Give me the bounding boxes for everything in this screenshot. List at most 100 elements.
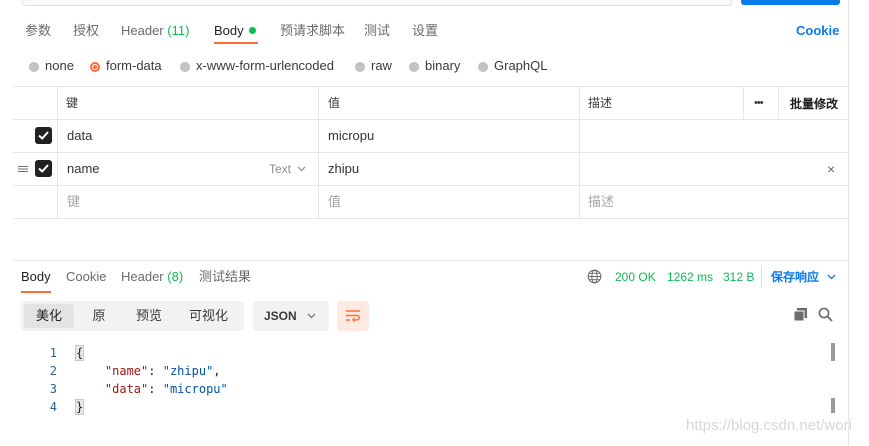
response-status-code[interactable]: 200 OK — [615, 268, 656, 286]
response-size[interactable]: 312 B — [723, 268, 754, 286]
json-value: "zhipu" — [162, 364, 214, 378]
tab-headers[interactable]: Header (11) — [121, 21, 189, 41]
json-colon: : — [148, 382, 163, 396]
save-response-button[interactable]: 保存响应 — [771, 268, 836, 286]
radio-circle — [29, 62, 39, 72]
row-key[interactable]: data — [67, 128, 92, 144]
view-mode-raw[interactable]: 原 — [76, 304, 122, 328]
row-type-label: Text — [269, 162, 292, 176]
row-checkbox[interactable] — [35, 160, 52, 177]
view-mode-pretty[interactable]: 美化 — [24, 304, 74, 328]
new-value-input[interactable]: 值 — [328, 194, 341, 210]
copy-icon[interactable] — [793, 307, 808, 325]
body-indicator-dot — [248, 27, 256, 34]
radio-circle — [90, 62, 100, 72]
radio-label: GraphQL — [494, 58, 548, 73]
tab-label: 测试 — [364, 23, 391, 38]
send-button[interactable] — [741, 0, 840, 5]
active-tab-underline — [21, 291, 51, 293]
format-label: JSON — [264, 309, 297, 323]
format-select[interactable]: JSON — [253, 301, 329, 331]
row-type-select[interactable]: Text — [269, 161, 306, 177]
line-number: 2 — [49, 364, 57, 378]
response-tab-headers[interactable]: Header (8) — [121, 268, 183, 286]
status-divider — [761, 266, 762, 288]
response-tab-test-results[interactable]: 测试结果 — [199, 268, 251, 286]
line-number: 4 — [49, 400, 57, 414]
request-url-bar[interactable] — [22, 0, 732, 6]
radio-label: x-www-form-urlencoded — [196, 58, 334, 73]
bulk-edit-button[interactable]: 批量修改 — [790, 95, 838, 112]
tab-label: 测试结果 — [199, 269, 252, 284]
table-border — [13, 185, 848, 186]
watermark-text: https://blog.csdn.net/wori — [686, 417, 852, 434]
column-header-key: 键 — [66, 96, 79, 110]
tab-label: Cookie — [66, 269, 107, 284]
radio-binary[interactable]: binary — [409, 57, 460, 75]
column-header-description: 描述 — [588, 96, 613, 110]
tab-label: Body — [21, 269, 51, 284]
check-icon — [38, 164, 49, 173]
cookies-link[interactable]: Cookie — [796, 21, 839, 41]
radio-none[interactable]: none — [29, 57, 74, 75]
more-options-button[interactable]: ••• — [754, 97, 764, 109]
json-key: "name" — [104, 364, 149, 378]
save-response-label: 保存响应 — [771, 270, 820, 284]
tab-params[interactable]: 参数 — [25, 21, 51, 41]
code-line: { — [74, 344, 85, 362]
close-icon[interactable]: × — [827, 162, 835, 176]
panel-separator — [13, 260, 848, 261]
table-border — [579, 86, 580, 219]
response-tab-body[interactable]: Body — [21, 268, 51, 286]
row-value[interactable]: zhipu — [328, 161, 359, 177]
response-time[interactable]: 1262 ms — [667, 268, 713, 286]
tab-label: 授权 — [73, 23, 100, 38]
scrollbar-marker[interactable] — [831, 343, 835, 361]
code-line: "data": "micropu" — [76, 380, 228, 398]
tab-count: (11) — [167, 23, 190, 38]
tab-tests[interactable]: 测试 — [364, 21, 390, 41]
radio-x-www-form-urlencoded[interactable]: x-www-form-urlencoded — [180, 57, 334, 75]
radio-graphql[interactable]: GraphQL — [478, 57, 547, 75]
scrollbar-marker[interactable] — [831, 398, 835, 413]
new-key-input[interactable]: 键 — [67, 194, 80, 210]
tab-authorization[interactable]: 授权 — [73, 21, 99, 41]
json-close-brace: } — [74, 399, 85, 415]
row-checkbox[interactable] — [35, 127, 52, 144]
tab-label: Header — [121, 23, 164, 38]
table-border — [57, 86, 58, 219]
row-value[interactable]: micropu — [328, 128, 374, 144]
radio-form-data[interactable]: form-data — [90, 57, 162, 75]
tab-body[interactable]: Body — [214, 21, 256, 41]
table-border — [13, 152, 848, 153]
tab-label: Body — [214, 23, 244, 38]
chevron-down-icon — [307, 313, 316, 319]
table-border — [778, 86, 779, 120]
radio-circle — [409, 62, 419, 72]
json-comma: , — [213, 364, 221, 378]
radio-label: form-data — [106, 58, 162, 73]
drag-handle-icon[interactable] — [17, 163, 29, 178]
search-icon[interactable] — [818, 307, 833, 325]
chevron-down-icon — [827, 274, 836, 280]
tab-settings[interactable]: 设置 — [412, 21, 438, 41]
json-value: "micropu" — [162, 382, 228, 396]
view-mode-preview[interactable]: 预览 — [124, 304, 174, 328]
radio-raw[interactable]: raw — [355, 57, 392, 75]
line-number: 1 — [49, 346, 57, 360]
new-description-input[interactable]: 描述 — [588, 194, 614, 210]
form-data-table: 键 值 描述 ••• 批量修改 data micropu name Text z… — [13, 86, 848, 219]
globe-icon[interactable] — [587, 269, 602, 287]
panel-right-border — [848, 0, 849, 446]
wrap-lines-button[interactable] — [337, 301, 369, 331]
tab-pre-request-script[interactable]: 预请求脚本 — [280, 21, 345, 41]
response-tab-cookies[interactable]: Cookie — [66, 268, 106, 286]
tab-label: 设置 — [412, 23, 439, 38]
table-border — [13, 119, 848, 120]
row-key[interactable]: name — [67, 161, 100, 177]
column-header-value: 值 — [328, 96, 341, 110]
code-line: "name": "zhipu", — [76, 362, 221, 380]
line-number: 3 — [49, 382, 57, 396]
json-open-brace: { — [74, 345, 85, 361]
view-mode-visualize[interactable]: 可视化 — [176, 304, 241, 328]
